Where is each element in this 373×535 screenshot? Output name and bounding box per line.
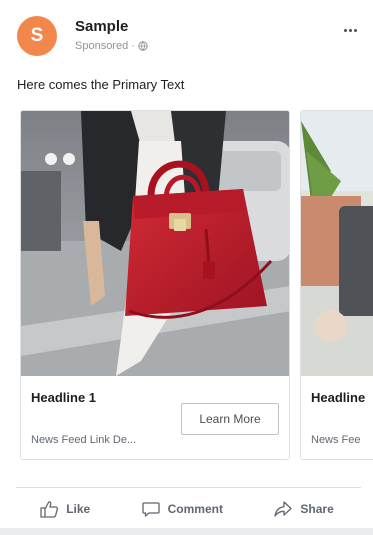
action-bar: Like Comment Share <box>0 490 373 528</box>
card-1-image[interactable] <box>21 111 289 376</box>
carousel-card-1[interactable]: Headline 1 News Feed Link De... Learn Mo… <box>20 110 290 460</box>
more-options-icon[interactable] <box>338 22 362 38</box>
meta-separator: · <box>131 40 135 52</box>
thumbs-up-icon <box>40 501 59 518</box>
comment-button[interactable]: Comment <box>141 499 223 519</box>
card-2-link-description: News Fee <box>311 434 361 446</box>
share-label: Share <box>300 502 334 516</box>
page-name[interactable]: Sample <box>75 18 128 35</box>
like-label: Like <box>66 502 91 516</box>
post-meta: Sponsored · <box>75 40 148 52</box>
handbag-photo <box>21 111 289 376</box>
comment-icon <box>141 502 160 517</box>
comment-label: Comment <box>167 502 223 516</box>
carousel[interactable]: Headline 1 News Feed Link De... Learn Mo… <box>0 110 373 462</box>
post-bottom-edge <box>0 528 373 535</box>
like-button[interactable]: Like <box>39 499 90 519</box>
globe-icon <box>138 41 148 51</box>
learn-more-button[interactable]: Learn More <box>181 403 279 435</box>
action-divider <box>16 487 361 488</box>
card-1-headline[interactable]: Headline 1 <box>31 390 96 405</box>
sponsored-label[interactable]: Sponsored <box>75 40 128 52</box>
avatar[interactable]: S <box>17 16 57 56</box>
card-2-image[interactable] <box>301 111 373 376</box>
share-icon <box>274 501 293 517</box>
primary-text: Here comes the Primary Text <box>17 77 185 92</box>
product-photo-2 <box>301 111 373 376</box>
carousel-card-2[interactable]: Headline News Fee <box>300 110 373 460</box>
share-button[interactable]: Share <box>273 499 334 519</box>
card-1-body: Headline 1 News Feed Link De... Learn Mo… <box>21 376 289 459</box>
card-2-body: Headline News Fee <box>301 376 373 459</box>
avatar-letter: S <box>30 25 44 46</box>
card-1-link-description: News Feed Link De... <box>31 434 137 446</box>
card-2-headline[interactable]: Headline <box>311 390 365 405</box>
sponsored-post: S Sample Sponsored · Here comes the Prim… <box>0 0 373 535</box>
